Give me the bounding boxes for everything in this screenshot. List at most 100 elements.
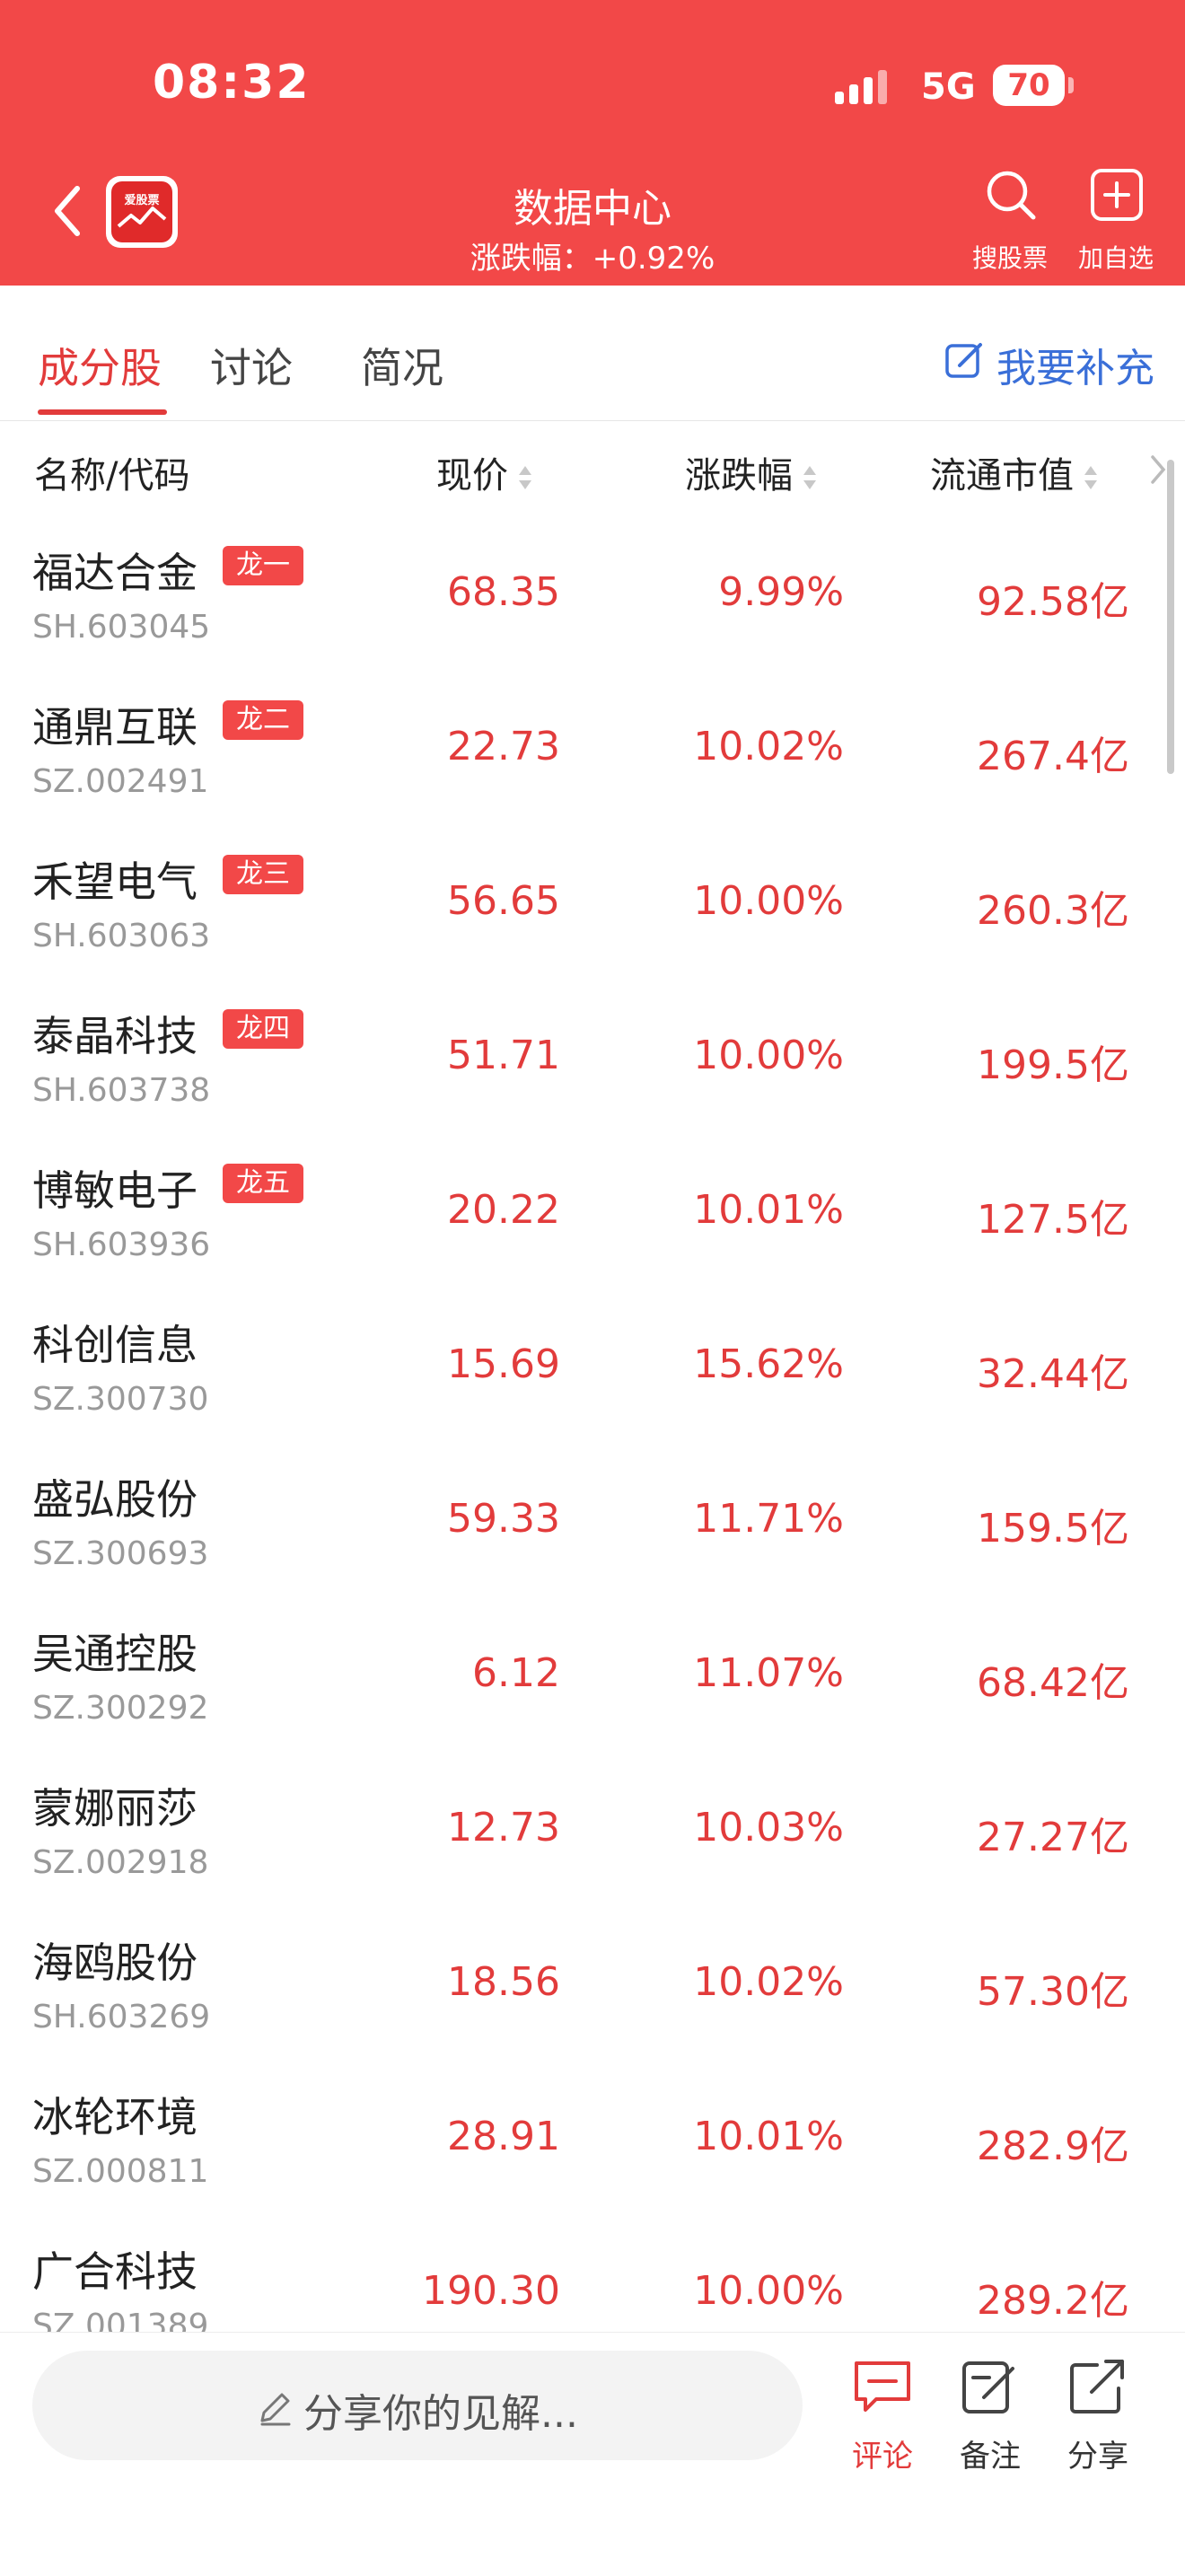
active-tab-indicator xyxy=(38,409,167,415)
stock-price: 190.30 xyxy=(422,2268,560,2314)
stock-change: 10.01% xyxy=(693,1187,844,1233)
scrollbar[interactable] xyxy=(1167,460,1174,774)
search-stock-button[interactable]: 搜股票 xyxy=(961,167,1059,275)
search-stock-label: 搜股票 xyxy=(971,243,1048,273)
stock-price: 56.65 xyxy=(447,878,560,924)
comment-button[interactable]: 评论 xyxy=(833,2358,932,2475)
bottom-bar: 分享你的见解... 评论 备注 分享 xyxy=(0,2332,1185,2576)
chevron-right-icon[interactable] xyxy=(1147,452,1169,488)
stock-code: SH.603045 xyxy=(32,609,211,646)
stock-market-cap: 159.5亿 xyxy=(977,1506,1129,1552)
stock-price: 6.12 xyxy=(472,1650,560,1696)
column-market-cap[interactable]: 流通市值 xyxy=(930,446,1099,498)
table-header: 名称/代码 现价 涨跌幅 流通市值 xyxy=(0,420,1185,515)
stock-name: 盛弘股份 xyxy=(32,1475,198,1524)
stock-market-cap: 260.3亿 xyxy=(977,888,1129,934)
note-edit-icon xyxy=(962,2361,1014,2413)
supplement-label: 我要补充 xyxy=(996,346,1154,391)
stock-price: 20.22 xyxy=(447,1187,560,1233)
stock-code: SH.603063 xyxy=(32,918,211,954)
tab-overview[interactable]: 简况 xyxy=(361,336,443,395)
add-watchlist-label: 加自选 xyxy=(1077,243,1154,273)
share-opinion-input[interactable]: 分享你的见解... xyxy=(32,2351,803,2460)
stock-code: SZ.000811 xyxy=(32,2153,209,2190)
stock-market-cap: 199.5亿 xyxy=(977,1042,1129,1088)
search-icon xyxy=(987,171,1036,220)
stock-change: 10.00% xyxy=(693,2268,844,2314)
stock-price: 59.33 xyxy=(447,1496,560,1542)
stock-name: 福达合金 xyxy=(32,549,198,597)
signal-icon xyxy=(835,68,898,104)
stock-change: 15.62% xyxy=(693,1341,844,1387)
share-label: 分享 xyxy=(1067,2439,1128,2475)
stock-name: 泰晶科技 xyxy=(32,1012,198,1060)
stock-price: 51.71 xyxy=(447,1033,560,1078)
column-price[interactable]: 现价 xyxy=(436,446,533,498)
stock-code: SH.603269 xyxy=(32,1999,211,2035)
table-row[interactable]: 蒙娜丽莎 SZ.002918 12.73 10.03% 27.27亿 xyxy=(0,1749,1185,1904)
tab-constituents[interactable]: 成分股 xyxy=(38,336,162,395)
table-row[interactable]: 通鼎互联 龙二 SZ.002491 22.73 10.02% 267.4亿 xyxy=(0,668,1185,823)
status-indicators: 5G 70 xyxy=(835,56,1140,119)
app-logo: 爱股票 xyxy=(106,176,178,248)
stock-name: 吴通控股 xyxy=(32,1630,198,1678)
table-row[interactable]: 广合科技 SZ.001389 190.30 10.00% 289.2亿 xyxy=(0,2212,1185,2332)
rank-badge: 龙一 xyxy=(223,546,303,585)
add-watchlist-button[interactable]: 加自选 xyxy=(1066,167,1165,275)
stock-market-cap: 267.4亿 xyxy=(977,734,1129,779)
tab-discussion[interactable]: 讨论 xyxy=(210,336,293,395)
stock-market-cap: 282.9亿 xyxy=(977,2123,1129,2169)
rank-badge: 龙五 xyxy=(223,1164,303,1203)
stock-price: 18.56 xyxy=(447,1959,560,2005)
back-button[interactable] xyxy=(47,180,92,242)
stock-market-cap: 32.44亿 xyxy=(977,1351,1129,1397)
stock-code: SH.603738 xyxy=(32,1072,211,1109)
comment-icon xyxy=(855,2361,910,2412)
share-button[interactable]: 分享 xyxy=(1049,2358,1147,2475)
stock-change: 10.01% xyxy=(693,2114,844,2159)
stock-code: SZ.002918 xyxy=(32,1844,209,1881)
stock-price: 68.35 xyxy=(447,569,560,615)
table-row[interactable]: 冰轮环境 SZ.000811 28.91 10.01% 282.9亿 xyxy=(0,2058,1185,2213)
stock-name: 海鸥股份 xyxy=(32,1939,198,1987)
stock-code: SZ.002491 xyxy=(32,763,209,800)
table-row[interactable]: 吴通控股 SZ.300292 6.12 11.07% 68.42亿 xyxy=(0,1595,1185,1750)
note-button[interactable]: 备注 xyxy=(941,2358,1040,2475)
pencil-icon xyxy=(260,2393,291,2426)
table-row[interactable]: 福达合金 龙一 SH.603045 68.35 9.99% 92.58亿 xyxy=(0,514,1185,669)
stock-name: 博敏电子 xyxy=(32,1166,198,1215)
sort-icon xyxy=(1084,466,1097,489)
stock-price: 28.91 xyxy=(447,2114,560,2159)
battery-level: 70 xyxy=(1007,67,1050,103)
share-icon xyxy=(1070,2360,1124,2413)
column-name-code: 名称/代码 xyxy=(34,455,190,497)
stock-change: 10.02% xyxy=(693,1959,844,2005)
share-input-placeholder: 分享你的见解... xyxy=(303,2391,578,2437)
sort-icon xyxy=(519,466,531,489)
battery-icon: 70 xyxy=(993,65,1065,106)
rank-badge: 龙四 xyxy=(223,1009,303,1049)
stock-change: 10.00% xyxy=(693,1033,844,1078)
page-subtitle: 涨跌幅：+0.92% xyxy=(470,241,715,277)
edit-icon xyxy=(945,343,982,378)
stock-code: SH.603936 xyxy=(32,1226,211,1263)
stock-market-cap: 27.27亿 xyxy=(977,1815,1129,1860)
stock-name: 冰轮环境 xyxy=(32,2093,198,2141)
stock-code: SZ.300730 xyxy=(32,1381,209,1418)
add-box-icon xyxy=(1091,169,1143,221)
stock-name: 广合科技 xyxy=(32,2247,198,2296)
table-row[interactable]: 禾望电气 龙三 SH.603063 56.65 10.00% 260.3亿 xyxy=(0,822,1185,978)
top-header: 08:32 5G 70 爱股票 数据中心 涨跌幅：+0.92% 搜股票 加自选 xyxy=(0,0,1185,286)
back-arrow-icon xyxy=(55,186,80,236)
table-row[interactable]: 海鸥股份 SH.603269 18.56 10.02% 57.30亿 xyxy=(0,1903,1185,2059)
stock-change: 10.02% xyxy=(693,724,844,769)
note-label: 备注 xyxy=(960,2439,1021,2475)
column-change[interactable]: 涨跌幅 xyxy=(685,446,818,498)
table-row[interactable]: 博敏电子 龙五 SH.603936 20.22 10.01% 127.5亿 xyxy=(0,1131,1185,1287)
sort-icon xyxy=(803,466,816,489)
table-row[interactable]: 泰晶科技 龙四 SH.603738 51.71 10.00% 199.5亿 xyxy=(0,977,1185,1132)
battery-tip xyxy=(1068,77,1074,93)
table-row[interactable]: 盛弘股份 SZ.300693 59.33 11.71% 159.5亿 xyxy=(0,1440,1185,1596)
table-row[interactable]: 科创信息 SZ.300730 15.69 15.62% 32.44亿 xyxy=(0,1286,1185,1441)
stock-market-cap: 92.58亿 xyxy=(977,579,1129,625)
